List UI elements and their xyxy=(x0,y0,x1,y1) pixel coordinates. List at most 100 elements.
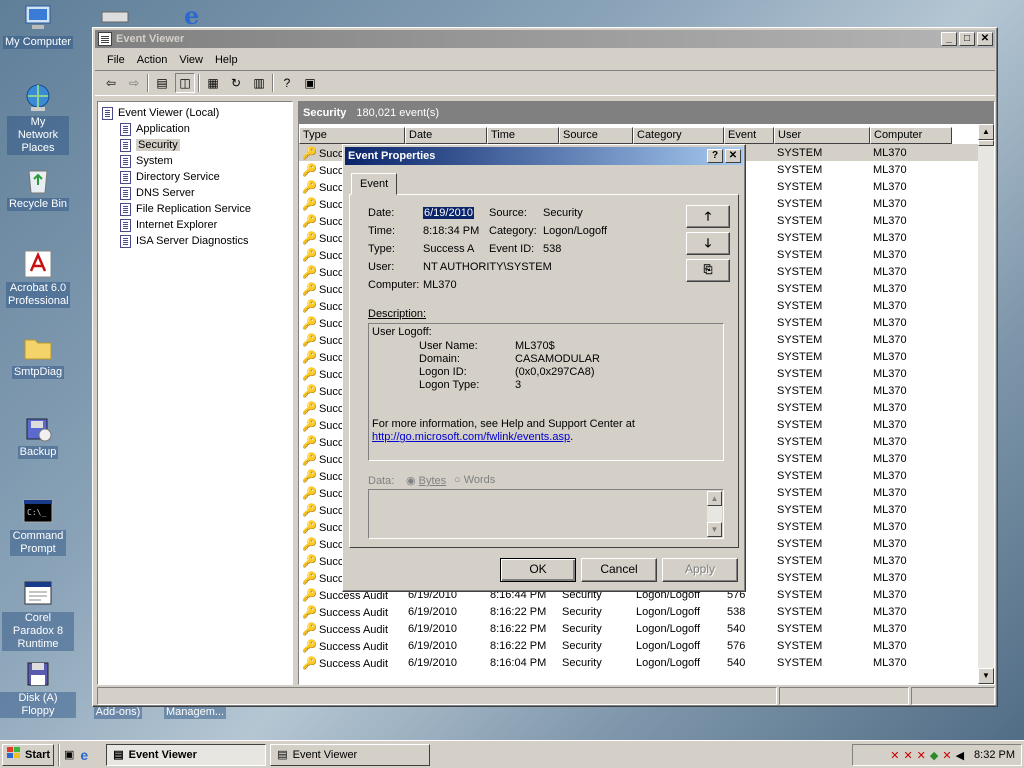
console-icon[interactable]: ▣ xyxy=(300,73,320,93)
ok-button[interactable]: OK xyxy=(500,558,576,582)
table-row[interactable]: 🔑 Success Audit 6/19/2010 8:16:22 PM Securit… xyxy=(299,603,979,620)
desktop-icon-my-network-places[interactable]: My Network Places xyxy=(0,82,76,155)
col-time[interactable]: Time xyxy=(487,127,559,144)
desktop-icon-command-prompt[interactable]: C:\_ Command Prompt xyxy=(0,496,76,556)
col-source[interactable]: Source xyxy=(559,127,633,144)
volume-icon[interactable]: ◀ xyxy=(956,749,964,762)
desktop-icon-acrobat[interactable]: Acrobat 6.0 Professional xyxy=(0,248,76,308)
bytes-radio[interactable]: ◉ Bytes xyxy=(406,474,446,487)
desktop-icon-recycle-bin[interactable]: Recycle Bin xyxy=(0,164,76,211)
properties-icon[interactable]: ▦ xyxy=(203,73,223,93)
forward-arrow-icon[interactable]: ⇨ xyxy=(124,73,144,93)
tree-item-isa-server[interactable]: ISA Server Diagnostics xyxy=(98,233,292,249)
desktop-icon-backup[interactable]: Backup xyxy=(0,412,76,459)
table-row[interactable]: 🔑 Success Audit 6/19/2010 8:16:22 PM Securit… xyxy=(299,637,979,654)
col-type[interactable]: Type xyxy=(299,127,405,144)
col-category[interactable]: Category xyxy=(633,127,724,144)
event-properties-dialog: Event Properties ? ✕ Event Date: 6/19/20… xyxy=(342,144,746,592)
date-value[interactable]: 6/19/2010 xyxy=(423,207,474,219)
menu-view[interactable]: View xyxy=(173,52,209,68)
tree-root[interactable]: Event Viewer (Local) xyxy=(98,105,292,121)
tree-item-internet-explorer[interactable]: Internet Explorer xyxy=(98,217,292,233)
folder-icon xyxy=(22,332,54,364)
update-icon[interactable]: ✕ xyxy=(942,749,951,762)
col-date[interactable]: Date xyxy=(405,127,487,144)
maximize-button[interactable]: □ xyxy=(959,32,975,46)
data-scroll-up[interactable]: ▲ xyxy=(707,491,722,506)
data-scrollbar[interactable]: ▲ ▼ xyxy=(707,491,722,537)
svg-text:e: e xyxy=(184,2,199,26)
table-cell: ML370 xyxy=(870,147,952,159)
export-list-icon[interactable]: ▥ xyxy=(249,73,269,93)
words-radio[interactable]: ○ Words xyxy=(454,474,495,486)
tree-item-system[interactable]: System xyxy=(98,153,292,169)
tree-item-file-replication[interactable]: File Replication Service xyxy=(98,201,292,217)
table-row[interactable]: 🔑 Success Audit 6/19/2010 8:16:22 PM Securit… xyxy=(299,620,979,637)
task-event-viewer-active[interactable]: ▤ Event Viewer xyxy=(106,743,267,766)
scroll-down-button[interactable]: ▼ xyxy=(978,668,994,684)
desktop-icon-paradox[interactable]: Corel Paradox 8 Runtime xyxy=(0,578,76,651)
network-disconnected-icon[interactable]: ✕ xyxy=(917,749,926,762)
menu-file[interactable]: File xyxy=(101,52,131,68)
close-button[interactable]: ✕ xyxy=(977,32,993,46)
up-folder-icon[interactable]: ▤ xyxy=(152,73,172,93)
desktop-icon-smtpdiag[interactable]: SmtpDiag xyxy=(0,332,76,379)
task-event-viewer[interactable]: ▤ Event Viewer xyxy=(270,743,431,766)
network-disconnected-icon[interactable]: ✕ xyxy=(903,749,912,762)
col-event[interactable]: Event xyxy=(724,127,774,144)
tree-item-application[interactable]: Application xyxy=(98,121,292,137)
copy-button[interactable]: ⎘ xyxy=(686,259,730,282)
clock[interactable]: 8:32 PM xyxy=(974,749,1015,761)
menu-action[interactable]: Action xyxy=(131,52,174,68)
tree-item-label: ISA Server Diagnostics xyxy=(136,235,249,247)
apply-button[interactable]: Apply xyxy=(662,558,738,582)
tree-item-directory-service[interactable]: Directory Service xyxy=(98,169,292,185)
description-box[interactable]: User Logoff: User Name: ML370$ Domain: C… xyxy=(368,323,724,461)
quick-launch-ie-icon[interactable]: e xyxy=(80,747,88,763)
help-button[interactable]: ? xyxy=(707,149,723,163)
menu-help[interactable]: Help xyxy=(209,52,244,68)
desktop-icon-partial-addons[interactable]: Add-ons) xyxy=(82,706,154,719)
dialog-titlebar[interactable]: Event Properties ? ✕ xyxy=(345,147,743,165)
previous-event-button[interactable]: 🡑 xyxy=(686,205,730,228)
key-icon: 🔑 xyxy=(302,604,317,619)
drive-icon xyxy=(100,6,130,27)
help-icon[interactable]: ? xyxy=(277,73,297,93)
tree-item-security[interactable]: Security xyxy=(98,137,292,153)
cell-text: 576 xyxy=(727,639,746,652)
key-icon: 🔑 xyxy=(302,366,317,381)
col-computer[interactable]: Computer xyxy=(870,127,952,144)
cancel-button[interactable]: Cancel xyxy=(581,558,657,582)
desktop-icon-floppy[interactable]: Disk (A) Floppy xyxy=(0,658,76,718)
tree-item-dns-server[interactable]: DNS Server xyxy=(98,185,292,201)
security-shield-icon[interactable]: ◆ xyxy=(930,749,938,762)
cell-text: Succ xyxy=(318,147,344,160)
help-link[interactable]: http://go.microsoft.com/fwlink/events.as… xyxy=(372,431,570,443)
back-arrow-icon[interactable]: ⇦ xyxy=(101,73,121,93)
show-hide-tree-icon[interactable]: ◫ xyxy=(175,73,195,93)
table-row[interactable]: 🔑 Success Audit 6/19/2010 8:16:04 PM Securit… xyxy=(299,654,979,671)
scroll-up-button[interactable]: ▲ xyxy=(978,124,994,140)
col-user[interactable]: User xyxy=(774,127,870,144)
data-box[interactable]: ▲ ▼ xyxy=(368,489,724,539)
table-cell: 🔑Success Audit xyxy=(299,605,405,619)
start-button[interactable]: Start xyxy=(2,743,54,766)
refresh-icon[interactable]: ↻ xyxy=(226,73,246,93)
cell-text: ML370 xyxy=(873,503,907,516)
dialog-close-button[interactable]: ✕ xyxy=(725,149,741,163)
vertical-scrollbar[interactable]: ▲ ▼ xyxy=(978,124,994,684)
minimize-button[interactable]: _ xyxy=(941,32,957,46)
next-event-button[interactable]: 🡓 xyxy=(686,232,730,255)
table-cell: SYSTEM xyxy=(774,147,870,159)
desktop-icon-partial-management[interactable]: Managem... xyxy=(156,706,234,719)
desktop-icon-my-computer[interactable]: My Computer xyxy=(0,2,76,49)
scroll-thumb[interactable] xyxy=(978,140,994,146)
cell-text: SYSTEM xyxy=(777,452,823,465)
network-disconnected-icon[interactable]: ✕ xyxy=(890,749,899,762)
data-scroll-down[interactable]: ▼ xyxy=(707,522,722,537)
quick-launch-desktop-icon[interactable]: ▣ xyxy=(64,748,74,761)
source-label: Source: xyxy=(489,207,527,219)
table-cell: 8:16:22 PM xyxy=(487,606,559,618)
tab-event[interactable]: Event xyxy=(351,173,397,195)
window-titlebar[interactable]: Event Viewer _ □ ✕ xyxy=(95,30,995,48)
